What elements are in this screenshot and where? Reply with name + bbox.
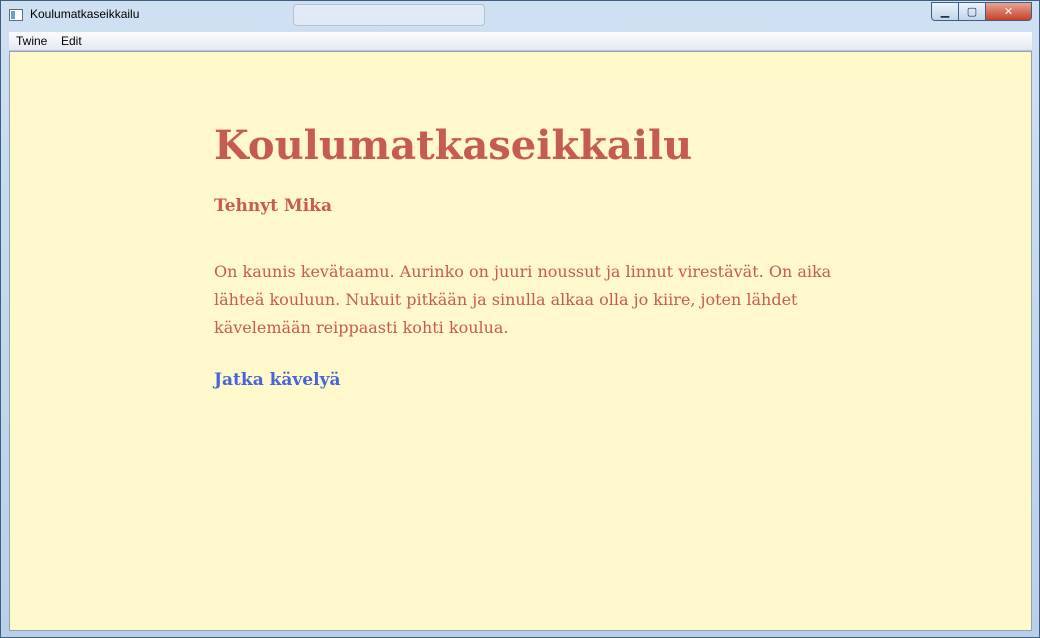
story-title: Koulumatkaseikkailu (214, 122, 693, 169)
story-content: Koulumatkaseikkailu Tehnyt Mika On kauni… (9, 51, 1032, 631)
maximize-button[interactable]: ▢ (958, 2, 986, 21)
menu-bar: Twine Edit (9, 32, 1032, 51)
continue-link[interactable]: Jatka kävelyä (214, 370, 340, 390)
background-window-tab (293, 4, 485, 26)
maximize-icon: ▢ (966, 5, 978, 18)
menu-edit[interactable]: Edit (61, 34, 82, 48)
close-button[interactable]: ✕ (985, 2, 1032, 21)
app-icon (9, 9, 23, 21)
title-bar[interactable]: Koulumatkaseikkailu ▁ ▢ ✕ (1, 1, 1039, 31)
app-window: Koulumatkaseikkailu ▁ ▢ ✕ Twine Edit Kou… (0, 0, 1040, 638)
passage-text: On kaunis kevätaamu. Aurinko on juuri no… (214, 262, 832, 337)
minimize-icon: ▁ (940, 5, 950, 18)
window-title: Koulumatkaseikkailu (30, 7, 140, 21)
story-author: Tehnyt Mika (214, 196, 332, 216)
menu-twine[interactable]: Twine (16, 34, 47, 48)
minimize-button[interactable]: ▁ (931, 2, 959, 21)
close-icon: ✕ (1003, 5, 1014, 18)
